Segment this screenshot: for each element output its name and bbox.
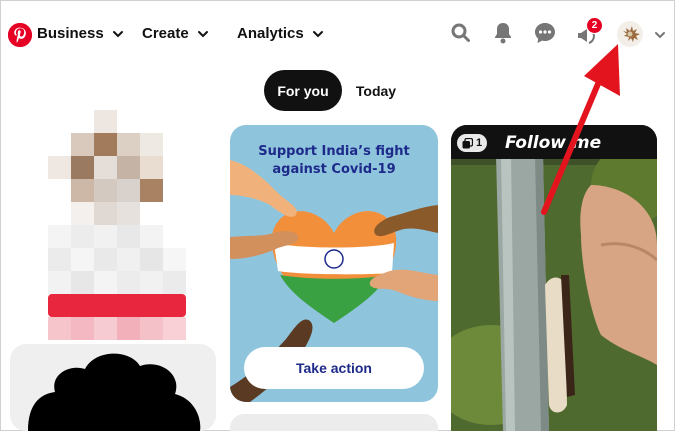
- nav-analytics[interactable]: Analytics: [237, 25, 324, 42]
- take-action-button[interactable]: Take action: [244, 347, 424, 389]
- nav-business[interactable]: Business: [37, 25, 124, 42]
- chevron-down-icon: [112, 30, 123, 37]
- top-navigation: Business Create Analytics 2: [0, 0, 675, 68]
- tab-today[interactable]: Today: [348, 70, 404, 111]
- notification-badge: 2: [586, 17, 603, 34]
- multi-image-count: 1: [476, 137, 483, 149]
- tab-for-you[interactable]: For you: [264, 70, 342, 111]
- messages-icon[interactable]: [534, 22, 556, 44]
- tree-branch-photo: [451, 125, 657, 431]
- multi-image-badge: 1: [457, 134, 488, 152]
- covid-pin-title: Support India’s fight against Covid-19: [230, 143, 438, 179]
- bell-icon[interactable]: [492, 22, 514, 44]
- covid-title-line-2: against Covid-19: [272, 162, 396, 177]
- nav-create-label: Create: [142, 25, 189, 42]
- follow-pin-title: Follow me: [505, 133, 602, 153]
- chevron-down-icon: [197, 30, 208, 37]
- partial-pin-card[interactable]: [230, 414, 438, 431]
- nav-create[interactable]: Create: [142, 25, 209, 42]
- nav-business-label: Business: [37, 25, 104, 42]
- multi-image-icon: [462, 137, 473, 148]
- avatar[interactable]: [617, 21, 643, 47]
- follow-me-pin[interactable]: 1 Follow me: [451, 125, 657, 431]
- account-chevron-down-icon[interactable]: [654, 29, 666, 41]
- chevron-down-icon: [312, 30, 323, 37]
- pixelated-pin-image[interactable]: [48, 110, 186, 340]
- covid-title-line-1: Support India’s fight: [258, 144, 410, 159]
- covid-campaign-pin[interactable]: Support India’s fight against Covid-19 T…: [230, 125, 438, 402]
- pinterest-logo-icon[interactable]: [8, 23, 32, 47]
- nav-analytics-label: Analytics: [237, 25, 304, 42]
- silhouette-pin-image[interactable]: [10, 344, 216, 431]
- search-icon[interactable]: [450, 22, 472, 44]
